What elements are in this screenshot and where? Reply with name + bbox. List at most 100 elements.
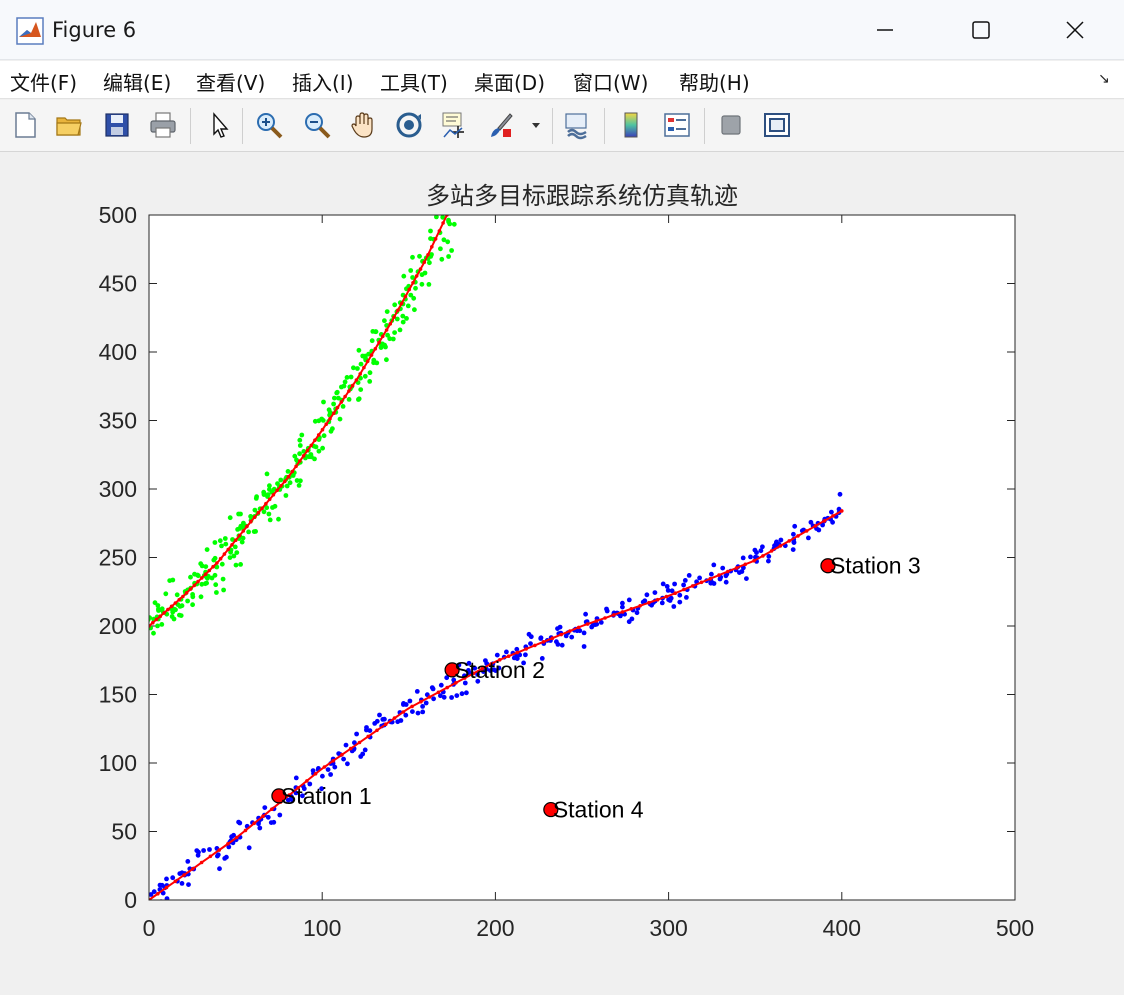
observation-point	[744, 576, 749, 581]
observation-point	[344, 375, 350, 380]
dock-figure-icon[interactable]: ↘	[1098, 71, 1110, 87]
observation-point	[774, 539, 779, 545]
toolbar-separator	[552, 108, 553, 144]
track-point	[177, 598, 181, 602]
observation-point	[319, 416, 325, 422]
open-folder-icon[interactable]	[52, 108, 86, 142]
observation-point	[257, 825, 263, 831]
link-plot-icon[interactable]	[560, 108, 594, 142]
x-tick-label: 300	[649, 915, 687, 941]
observation-point	[677, 599, 683, 605]
menu-window[interactable]: 窗口(W)	[573, 67, 648, 96]
track-point	[392, 716, 397, 720]
track-point	[199, 860, 204, 865]
show-plot-tools-icon[interactable]	[760, 108, 794, 142]
x-tick-label: 400	[823, 915, 861, 941]
window-title-bar: Figure 6	[0, 0, 1124, 60]
observation-point	[151, 630, 156, 636]
observation-point	[219, 543, 224, 549]
print-icon[interactable]	[146, 108, 180, 142]
save-icon[interactable]	[100, 108, 134, 142]
close-button[interactable]	[1052, 10, 1098, 50]
track-point	[322, 765, 327, 769]
legend-icon[interactable]	[660, 108, 694, 142]
track-point	[410, 704, 414, 709]
track-point	[357, 740, 362, 745]
observation-point	[407, 698, 413, 704]
observation-point	[671, 604, 677, 609]
observation-point	[412, 307, 417, 313]
minimize-button[interactable]	[862, 10, 908, 50]
observation-point	[626, 597, 632, 603]
observation-point	[178, 613, 184, 618]
track-point	[524, 647, 528, 651]
track-point	[515, 650, 520, 655]
observation-point	[367, 728, 373, 733]
observation-point	[382, 318, 387, 324]
menu-tools[interactable]: 工具(T)	[380, 67, 448, 96]
track-point	[550, 636, 555, 640]
track-point	[164, 885, 169, 890]
brush-icon[interactable]	[484, 108, 518, 142]
menu-edit[interactable]: 编辑(E)	[103, 67, 171, 96]
menu-help[interactable]: 帮助(H)	[679, 67, 750, 96]
menu-file[interactable]: 文件(F)	[10, 67, 77, 96]
hide-plot-tools-icon[interactable]	[714, 108, 748, 142]
track-point	[392, 315, 396, 319]
observation-point	[267, 517, 273, 523]
observation-point	[253, 496, 259, 501]
observation-point	[697, 575, 702, 581]
menu-desktop[interactable]: 桌面(D)	[474, 67, 545, 96]
observation-point	[186, 882, 191, 887]
observation-point	[355, 366, 360, 371]
observation-point	[419, 281, 425, 287]
observation-point	[538, 636, 544, 641]
track-point	[752, 558, 756, 563]
observation-point	[717, 576, 723, 582]
track-point	[769, 549, 774, 553]
pointer-icon[interactable]	[202, 108, 236, 142]
observation-point	[331, 401, 336, 407]
observation-point	[298, 478, 303, 484]
maximize-button[interactable]	[958, 10, 1004, 50]
menu-insert[interactable]: 插入(I)	[292, 67, 354, 96]
track-point	[734, 566, 739, 570]
track-point	[226, 547, 230, 552]
observation-point	[201, 848, 207, 853]
new-file-icon[interactable]	[8, 108, 42, 142]
colorbar-icon[interactable]	[614, 108, 648, 142]
track-point	[778, 544, 783, 548]
data-cursor-icon[interactable]	[438, 108, 472, 142]
observation-point	[660, 581, 666, 587]
observation-point	[581, 630, 587, 636]
observation-point	[449, 695, 454, 700]
zoom-in-icon[interactable]	[252, 108, 286, 142]
observation-point	[276, 516, 281, 522]
observation-point	[261, 509, 267, 515]
track-point	[241, 529, 246, 533]
observation-point	[438, 682, 444, 688]
menu-view[interactable]: 查看(V)	[196, 67, 265, 96]
track-point	[708, 576, 713, 581]
track-point	[377, 340, 381, 345]
brush-dropdown-icon[interactable]	[526, 108, 546, 142]
track-point	[629, 607, 634, 611]
observation-point	[223, 541, 229, 547]
observation-point	[316, 448, 322, 454]
track-point	[234, 835, 239, 840]
pan-hand-icon[interactable]	[346, 108, 380, 142]
figure-toolbar	[0, 100, 1124, 152]
rotate-3d-icon[interactable]	[392, 108, 426, 142]
track-point	[401, 710, 406, 714]
track-point	[305, 448, 310, 453]
observation-point	[348, 374, 354, 380]
figure-canvas: Station 1 Station 2 Station 3 Station 4 0 10…	[0, 153, 1124, 995]
observation-point	[217, 538, 223, 544]
observation-point	[309, 454, 314, 460]
observation-point	[215, 852, 221, 858]
observation-point	[345, 761, 350, 767]
track-point	[585, 622, 590, 626]
observation-point	[278, 477, 284, 483]
zoom-out-icon[interactable]	[300, 108, 334, 142]
track-point	[191, 867, 195, 871]
